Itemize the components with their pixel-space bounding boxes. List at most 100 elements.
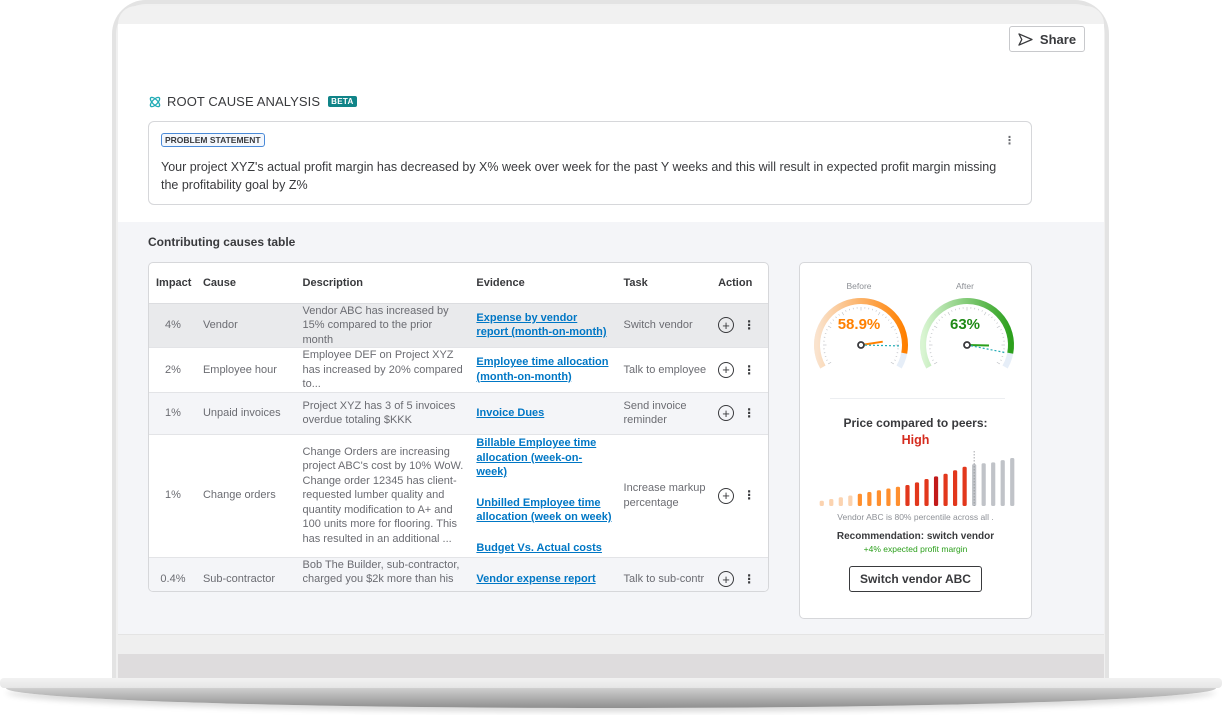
divider	[830, 398, 1005, 399]
task-cell: Increase markup percentage	[617, 434, 713, 558]
problem-statement-tag: PROBLEM STATEMENT	[161, 133, 265, 147]
gauge-hub	[857, 341, 865, 349]
peer-bar	[1010, 458, 1015, 506]
more-vertical-icon[interactable]: ⋮	[743, 318, 755, 333]
impact-cell: 1%	[149, 434, 197, 558]
peer-bar	[933, 476, 939, 506]
table-row[interactable]: 2% Employee hour Employee DEF on Project…	[149, 347, 768, 393]
evidence-link[interactable]: Billable Employee time allocation (week-…	[476, 436, 611, 480]
column-header-impact: Impact	[149, 263, 197, 304]
evidence-link[interactable]: Invoice Dues	[476, 406, 611, 421]
impact-cell: 1%	[149, 392, 197, 435]
evidence-cell: Employee time allocation (month-on-month…	[470, 347, 618, 393]
more-vertical-icon[interactable]: ⋮	[743, 406, 755, 421]
plus-circle-icon[interactable]: +	[718, 405, 735, 421]
column-header-description: Description	[296, 263, 471, 304]
evidence-cell: Billable Employee time allocation (week-…	[470, 434, 618, 558]
peer-bar	[962, 466, 967, 506]
peer-bar	[1000, 460, 1005, 506]
peer-bar	[848, 495, 853, 506]
screen: Share ROOT CAUSE ANALYSIS BETA PROBLEM S…	[118, 24, 1104, 684]
more-vertical-icon[interactable]: ⋮	[743, 363, 755, 378]
after-value: 63%	[949, 316, 981, 333]
gauge-tick	[877, 311, 881, 316]
after-label: After	[956, 281, 974, 291]
plus-circle-icon[interactable]: +	[718, 487, 735, 504]
action-cell: + ⋮	[712, 392, 768, 435]
action-cell: + ⋮	[712, 557, 768, 591]
description-cell: Change Orders are increasing project ABC…	[296, 434, 471, 558]
gauge-tick	[932, 359, 934, 361]
evidence-link[interactable]: Employee time allocation (month-on-month…	[476, 355, 611, 384]
peer-title: Price compared to peers:	[843, 416, 988, 430]
plus-circle-icon[interactable]: +	[718, 317, 735, 334]
gauge-target-needle	[860, 344, 902, 347]
paper-plane-icon	[1018, 32, 1033, 46]
column-header-cause: Cause	[196, 263, 297, 304]
section-title: Contributing causes table	[148, 235, 296, 249]
peer-comparison-card: Before After 58.9% 63% Price compared to…	[799, 262, 1032, 619]
evidence-link[interactable]: Budget Vs. Actual costs	[476, 541, 611, 556]
cause-cell: Vendor	[196, 303, 297, 348]
description-cell: Employee DEF on Project XYZ has increase…	[296, 347, 471, 393]
before-value: 58.9%	[837, 316, 881, 333]
gauge-tick	[951, 310, 953, 312]
table-row[interactable]: 1% Change orders Change Orders are incre…	[149, 434, 768, 558]
screen-top-bar	[118, 6, 1104, 24]
more-vertical-icon[interactable]: ⋮	[743, 488, 755, 503]
before-gauge	[814, 298, 908, 369]
impact-cell: 0.4%	[149, 557, 197, 591]
impact-cell: 4%	[149, 303, 197, 348]
action-cell: + ⋮	[712, 303, 768, 348]
share-button[interactable]: Share	[1009, 26, 1085, 52]
impact-cell: 2%	[149, 347, 197, 393]
peer-bar	[924, 478, 929, 506]
peer-bar	[886, 488, 891, 506]
table-row[interactable]: 1% Unpaid invoices Project XYZ has 3 of …	[149, 392, 768, 435]
task-cell: Send invoice reminder	[617, 392, 713, 435]
gauge-tick	[827, 361, 832, 365]
peer-bar	[905, 485, 910, 506]
after-gauge	[920, 298, 1014, 369]
evidence-cell: Vendor expense report	[470, 557, 618, 591]
plus-circle-icon[interactable]: +	[718, 361, 735, 378]
table-row[interactable]: 4% Vendor Vendor ABC has increased by 15…	[149, 303, 768, 348]
atom-icon	[149, 96, 161, 107]
laptop-base-bottom	[6, 688, 1216, 708]
title-text: ROOT CAUSE ANALYSIS	[167, 94, 321, 109]
gauge-tick	[933, 361, 938, 365]
gauge-tick	[983, 311, 987, 316]
column-header-task: Task	[617, 263, 713, 304]
beta-badge: BETA	[328, 96, 357, 107]
evidence-link[interactable]: Expense by vendor report (month-on-month…	[476, 311, 611, 340]
peer-bar	[991, 462, 996, 506]
description-cell: Bob The Builder, sub-contractor, charged…	[296, 557, 471, 591]
evidence-link[interactable]: Vendor expense report	[476, 572, 611, 587]
peer-bar	[829, 499, 834, 506]
problem-statement-card: PROBLEM STATEMENT ⋮ Your project XYZ's a…	[148, 121, 1032, 205]
gauge-arc	[814, 298, 908, 369]
table-row[interactable]: 0.4% Sub-contractor Bob The Builder, sub…	[149, 557, 768, 591]
evidence-cell: Invoice Dues	[470, 392, 618, 435]
column-header-evidence: Evidence	[470, 263, 618, 304]
peer-distribution-chart	[819, 451, 1015, 506]
gauge-tick	[845, 310, 847, 312]
gauge-tick	[981, 310, 983, 312]
peer-bar	[867, 492, 872, 506]
switch-vendor-button[interactable]: Switch vendor ABC	[849, 566, 982, 592]
recommendation-text: Recommendation: switch vendor	[836, 531, 995, 542]
gauge-tick	[875, 310, 877, 312]
description-cell: Project XYZ has 3 of 5 invoices overdue …	[296, 392, 471, 435]
gauge-tick	[1000, 359, 1002, 361]
plus-circle-icon[interactable]: +	[718, 571, 735, 588]
causes-table: Impact Cause Description Evidence Task A…	[148, 262, 769, 592]
gauge-tick	[826, 359, 828, 361]
gauge-tick	[894, 359, 896, 361]
more-vertical-icon[interactable]: ⋮	[743, 572, 755, 587]
column-header-action: Action	[712, 263, 768, 304]
peer-bar	[857, 493, 862, 506]
description-cell: Vendor ABC has increased by 15% compared…	[296, 303, 471, 348]
evidence-link[interactable]: Unbilled Employee time allocation (week …	[476, 496, 611, 525]
task-cell: Talk to employee	[617, 347, 713, 393]
more-vertical-icon[interactable]: ⋮	[1004, 134, 1015, 147]
